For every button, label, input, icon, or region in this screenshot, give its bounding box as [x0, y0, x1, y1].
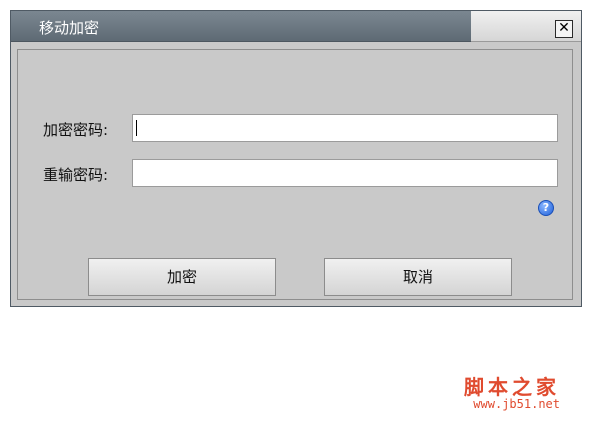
close-button[interactable]: ✕	[555, 20, 573, 38]
dialog-title: 移动加密	[39, 19, 100, 37]
text-caret	[136, 120, 137, 136]
encrypt-dialog: 移动加密 ✕ 加密密码: 重输密码: ? 加密 取消	[10, 10, 582, 307]
password-label: 加密密码:	[43, 121, 109, 139]
password-field[interactable]	[132, 114, 558, 142]
close-icon: ✕	[558, 20, 570, 36]
encrypt-button[interactable]: 加密	[88, 258, 276, 296]
cancel-button[interactable]: 取消	[324, 258, 512, 296]
repeat-password-field[interactable]	[132, 159, 558, 187]
titlebar-right-area: ✕	[471, 11, 581, 42]
dialog-titlebar[interactable]: 移动加密	[11, 11, 471, 42]
repeat-password-label: 重输密码:	[43, 166, 109, 184]
watermark-logo: 脚本之家	[464, 375, 560, 399]
watermark-url: www.jb51.net	[473, 397, 560, 411]
help-icon[interactable]: ?	[538, 200, 554, 216]
